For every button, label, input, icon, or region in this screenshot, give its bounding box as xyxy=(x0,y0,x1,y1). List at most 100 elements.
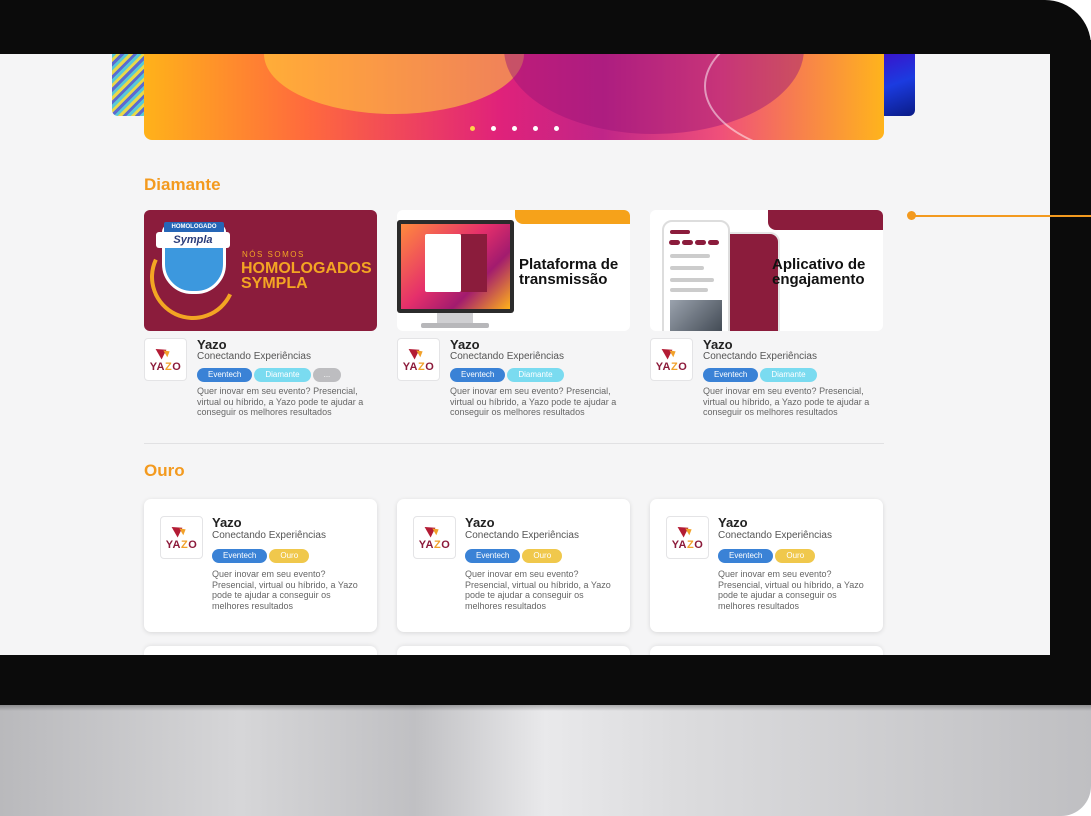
diamante-card[interactable]: HOMOLOGADO Sympla NÓS SOMOS HOMOLOGADOS … xyxy=(144,210,377,431)
logo-wordmark: YAZO xyxy=(149,361,182,373)
ouro-card[interactable]: YAZO Yazo Conectando Experiências Evente… xyxy=(650,499,883,632)
tag-list: Eventech Diamante xyxy=(703,368,819,386)
tag-list: Eventech Ouro xyxy=(212,549,311,567)
monitor-bezel-bottom xyxy=(0,655,1091,705)
tag-eventech[interactable]: Eventech xyxy=(197,368,253,382)
logo-wordmark: YAZO xyxy=(165,539,198,551)
callout-pointer-line xyxy=(912,215,1091,217)
brand-panel xyxy=(461,234,487,292)
yazo-logo-icon xyxy=(155,344,170,360)
company-tagline: Conectando Experiências xyxy=(703,351,817,362)
tag-list: Eventech Diamante... xyxy=(197,368,343,386)
login-panel xyxy=(425,234,461,292)
ouro-card[interactable]: YAZO Yazo Conectando Experiências Evente… xyxy=(397,499,630,632)
monitor-bezel-right xyxy=(1050,40,1091,680)
carousel-dot[interactable] xyxy=(490,126,496,131)
carousel-dot[interactable] xyxy=(532,126,538,131)
phone-illustration-front xyxy=(662,220,730,331)
tag-diamante[interactable]: Diamante xyxy=(760,368,817,382)
company-tagline: Conectando Experiências xyxy=(465,530,579,541)
banner-shape xyxy=(264,54,524,114)
tag-ouro[interactable]: Ouro xyxy=(775,549,816,563)
logo-wordmark: YAZO xyxy=(671,539,704,551)
tag-more-button[interactable]: ... xyxy=(312,368,342,382)
company-name[interactable]: Yazo xyxy=(703,337,733,352)
monitor-illustration xyxy=(397,220,514,313)
tag-eventech[interactable]: Eventech xyxy=(465,549,521,563)
company-tagline: Conectando Experiências xyxy=(197,351,311,362)
ouro-card-next-row[interactable] xyxy=(650,646,883,655)
tag-diamante[interactable]: Diamante xyxy=(254,368,311,382)
tag-list: Eventech Diamante xyxy=(450,368,566,386)
screen: Diamante HOMOLOGADO Sympla NÓS SOMOS HOM… xyxy=(0,54,1050,655)
company-logo[interactable]: YAZO xyxy=(650,338,693,381)
card-body: YAZO Yazo Conectando Experiências Evente… xyxy=(650,331,883,431)
card-body: YAZO Yazo Conectando Experiências Evente… xyxy=(144,331,377,431)
company-name[interactable]: Yazo xyxy=(718,515,748,530)
company-name[interactable]: Yazo xyxy=(197,337,227,352)
image-accent-bar xyxy=(515,210,630,224)
logo-wordmark: YAZO xyxy=(418,539,451,551)
image-caption-line1: NÓS SOMOS xyxy=(242,250,305,259)
tag-eventech[interactable]: Eventech xyxy=(718,549,774,563)
company-description: Quer inovar em seu evento? Presencial, v… xyxy=(465,569,611,611)
yazo-logo-icon xyxy=(661,344,676,360)
tag-eventech[interactable]: Eventech xyxy=(450,368,506,382)
company-logo[interactable]: YAZO xyxy=(160,516,203,559)
company-logo[interactable]: YAZO xyxy=(397,338,440,381)
monitor-bezel-top xyxy=(0,0,1091,54)
image-title: Plataforma de transmissão xyxy=(519,256,619,288)
yazo-logo-icon xyxy=(171,522,186,538)
carousel-dot[interactable] xyxy=(469,126,475,131)
diamante-card[interactable]: Aplicativo de engajamento YAZO Yazo Cone… xyxy=(650,210,883,431)
company-name[interactable]: Yazo xyxy=(212,515,242,530)
company-logo[interactable]: YAZO xyxy=(413,516,456,559)
tag-eventech[interactable]: Eventech xyxy=(212,549,268,563)
tag-eventech[interactable]: Eventech xyxy=(703,368,759,382)
monitor-stand xyxy=(437,313,473,323)
tag-list: Eventech Ouro xyxy=(718,549,817,567)
yazo-logo-icon xyxy=(408,344,423,360)
monitor-chin xyxy=(0,705,1091,816)
carousel-dots xyxy=(144,118,884,136)
tag-ouro[interactable]: Ouro xyxy=(269,549,310,563)
company-logo[interactable]: YAZO xyxy=(144,338,187,381)
company-tagline: Conectando Experiências xyxy=(212,530,326,541)
image-caption-line3: SYMPLA xyxy=(241,275,308,292)
company-description: Quer inovar em seu evento? Presencial, v… xyxy=(703,386,870,417)
yazo-logo-icon xyxy=(677,522,692,538)
company-name[interactable]: Yazo xyxy=(465,515,495,530)
section-title-diamante: Diamante xyxy=(144,175,221,194)
logo-wordmark: YAZO xyxy=(655,361,688,373)
ouro-card[interactable]: YAZO Yazo Conectando Experiências Evente… xyxy=(144,499,377,632)
image-title: Aplicativo de engajamento xyxy=(772,256,866,288)
monitor-base xyxy=(421,323,489,328)
company-description: Quer inovar em seu evento? Presencial, v… xyxy=(450,386,617,417)
carousel-dot[interactable] xyxy=(511,126,517,131)
diamante-card[interactable]: Plataforma de transmissão YAZO Yazo Cone… xyxy=(397,210,630,431)
company-name[interactable]: Yazo xyxy=(450,337,480,352)
card-image[interactable]: Aplicativo de engajamento xyxy=(650,210,883,331)
image-caption-heading: HOMOLOGADOS SYMPLA xyxy=(241,261,372,292)
company-description: Quer inovar em seu evento? Presencial, v… xyxy=(197,386,364,417)
logo-wordmark: YAZO xyxy=(402,361,435,373)
section-title-ouro: Ouro xyxy=(144,461,185,480)
company-logo[interactable]: YAZO xyxy=(666,516,709,559)
card-image[interactable]: Plataforma de transmissão xyxy=(397,210,630,331)
image-accent-bar xyxy=(768,210,883,230)
badge-sympla-brand: Sympla xyxy=(156,232,230,248)
hero-banner[interactable] xyxy=(144,54,884,140)
company-description: Quer inovar em seu evento? Presencial, v… xyxy=(718,569,864,611)
tag-diamante[interactable]: Diamante xyxy=(507,368,564,382)
card-image[interactable]: HOMOLOGADO Sympla NÓS SOMOS HOMOLOGADOS … xyxy=(144,210,377,331)
yazo-logo-icon xyxy=(424,522,439,538)
tag-ouro[interactable]: Ouro xyxy=(522,549,563,563)
tag-list: Eventech Ouro xyxy=(465,549,564,567)
carousel-dot[interactable] xyxy=(553,126,559,131)
company-tagline: Conectando Experiências xyxy=(450,351,564,362)
card-body: YAZO Yazo Conectando Experiências Evente… xyxy=(397,331,630,431)
company-description: Quer inovar em seu evento? Presencial, v… xyxy=(212,569,358,611)
ouro-card-next-row[interactable] xyxy=(144,646,377,655)
ouro-card-next-row[interactable] xyxy=(397,646,630,655)
callout-pointer-dot xyxy=(907,211,916,220)
